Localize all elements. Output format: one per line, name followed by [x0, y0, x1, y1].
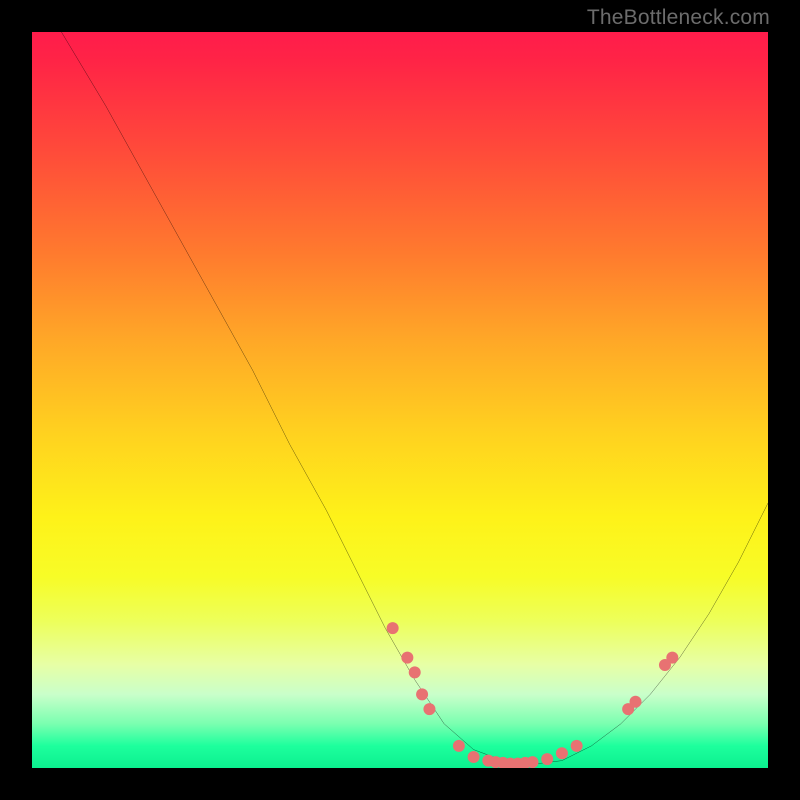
highlight-point	[622, 703, 634, 715]
curve-svg	[32, 32, 768, 768]
attribution-text: TheBottleneck.com	[587, 6, 770, 30]
highlight-point	[387, 622, 399, 634]
highlight-point	[482, 755, 494, 767]
highlight-point	[666, 652, 678, 664]
bottleneck-curve	[61, 32, 768, 764]
highlight-point	[468, 751, 480, 763]
chart-canvas: TheBottleneck.com	[0, 0, 800, 800]
highlight-point	[423, 703, 435, 715]
highlight-point	[519, 757, 531, 768]
highlight-point	[497, 757, 509, 768]
highlight-point	[401, 652, 413, 664]
highlight-point	[556, 747, 568, 759]
highlight-point	[453, 740, 465, 752]
highlight-point	[490, 756, 502, 768]
highlight-point	[504, 758, 516, 768]
highlight-point	[416, 688, 428, 700]
highlight-point	[541, 753, 553, 765]
highlight-points	[387, 622, 679, 768]
highlight-point	[659, 659, 671, 671]
highlight-point	[630, 696, 642, 708]
plot-area	[32, 32, 768, 768]
highlight-point	[526, 756, 538, 768]
highlight-point	[512, 758, 524, 768]
highlight-point	[571, 740, 583, 752]
highlight-point	[409, 666, 421, 678]
